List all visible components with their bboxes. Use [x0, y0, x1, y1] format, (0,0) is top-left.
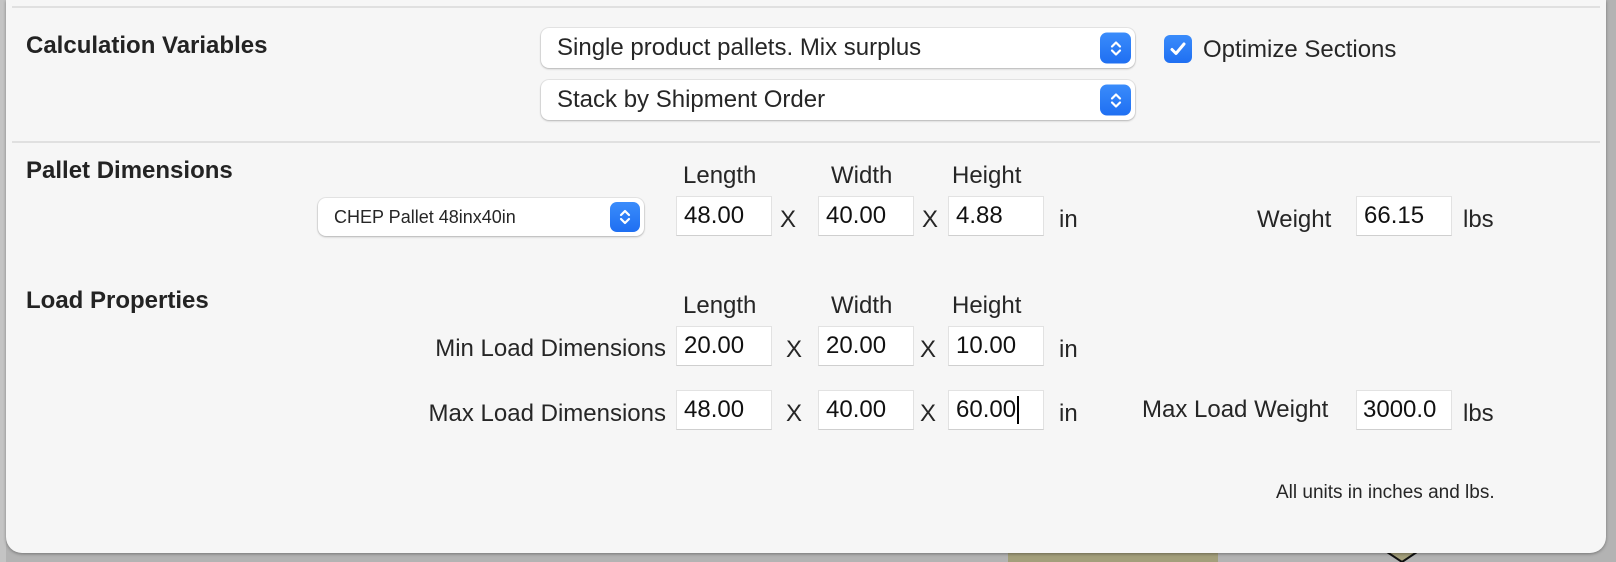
- load-height-header: Height: [952, 292, 1022, 319]
- load-length-header: Length: [683, 292, 757, 319]
- pallet-width-field[interactable]: 40.00: [818, 196, 914, 236]
- max-load-weight-unit: lbs: [1463, 400, 1494, 427]
- pallet-weight-label: Weight: [1257, 206, 1332, 233]
- pallet-weight-field[interactable]: 66.15: [1356, 196, 1452, 236]
- packing-mode-value: Single product pallets. Mix surplus: [557, 34, 922, 61]
- min-load-unit-label: in: [1059, 336, 1078, 363]
- pallet-type-popup[interactable]: CHEP Pallet 48inx40in: [318, 198, 644, 236]
- times-symbol: X: [920, 336, 937, 363]
- pallet-height-header: Height: [952, 162, 1022, 189]
- optimize-sections-checkbox[interactable]: [1164, 35, 1192, 63]
- min-load-dimensions-label: Min Load Dimensions: [435, 335, 666, 362]
- popup-stepper-icon: [610, 202, 640, 232]
- pallet-weight-unit: lbs: [1463, 206, 1494, 233]
- stacking-order-value: Stack by Shipment Order: [557, 86, 826, 113]
- max-load-unit-label: in: [1059, 400, 1078, 427]
- pallet-length-field[interactable]: 48.00: [676, 196, 772, 236]
- min-load-length-field[interactable]: 20.00: [676, 326, 772, 366]
- min-load-height-field[interactable]: 10.00: [948, 326, 1044, 366]
- max-load-width-field[interactable]: 40.00: [818, 390, 914, 430]
- units-footnote: All units in inches and lbs.: [1276, 482, 1495, 503]
- packing-mode-popup[interactable]: Single product pallets. Mix surplus: [541, 28, 1135, 68]
- pallet-length-header: Length: [683, 162, 757, 189]
- max-load-height-value: 60.00: [956, 396, 1017, 423]
- pallet-height-field[interactable]: 4.88: [948, 196, 1044, 236]
- load-width-header: Width: [831, 292, 893, 319]
- section-separator: [12, 141, 1600, 143]
- pallet-width-header: Width: [831, 162, 893, 189]
- max-load-height-field[interactable]: 60.00: [948, 390, 1044, 430]
- popup-stepper-icon: [1100, 84, 1131, 116]
- times-symbol: X: [920, 400, 937, 427]
- max-load-weight-label: Max Load Weight: [1142, 396, 1329, 423]
- min-load-width-field[interactable]: 20.00: [818, 326, 914, 366]
- times-symbol: X: [786, 336, 803, 363]
- load-properties-title: Load Properties: [26, 287, 209, 314]
- times-symbol: X: [922, 206, 939, 233]
- stacking-order-popup[interactable]: Stack by Shipment Order: [541, 80, 1135, 120]
- checkmark-icon: [1170, 42, 1186, 55]
- text-cursor: [1017, 396, 1020, 424]
- pallet-dimensions-title: Pallet Dimensions: [26, 157, 233, 184]
- calculation-variables-title: Calculation Variables: [26, 32, 268, 59]
- top-separator: [12, 6, 1600, 8]
- pallet-unit-label: in: [1059, 206, 1078, 233]
- popup-stepper-icon: [1100, 32, 1131, 64]
- max-load-dimensions-label: Max Load Dimensions: [428, 400, 666, 427]
- calculation-settings-sheet: Calculation Variables Single product pal…: [6, 0, 1606, 553]
- max-load-weight-field[interactable]: 3000.0: [1356, 390, 1452, 430]
- times-symbol: X: [780, 206, 797, 233]
- times-symbol: X: [786, 400, 803, 427]
- optimize-sections-label[interactable]: Optimize Sections: [1203, 36, 1396, 64]
- max-load-length-field[interactable]: 48.00: [676, 390, 772, 430]
- pallet-type-value: CHEP Pallet 48inx40in: [334, 206, 516, 227]
